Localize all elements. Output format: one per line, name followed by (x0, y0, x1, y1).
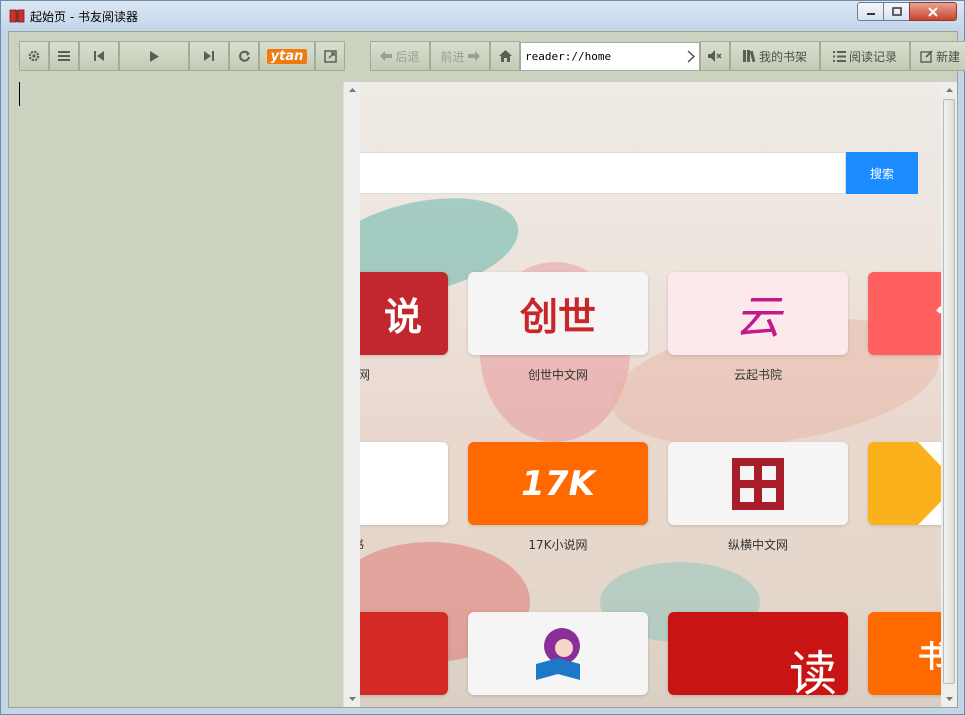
bookshelf-button[interactable]: 我的书架 (730, 41, 820, 71)
site-tile[interactable]: 书友 (868, 612, 941, 695)
site-tile[interactable] (668, 442, 848, 525)
toolbar: ytan 后退 前进 reader://home 我的书架 阅读记录 新建 (9, 32, 965, 82)
site-label[interactable]: 17K小说网 (468, 536, 648, 553)
site-logo-text: 创世 (519, 295, 596, 339)
address-bar[interactable]: reader://home (520, 42, 700, 71)
home-icon (498, 50, 512, 62)
arrow-left-icon (380, 51, 393, 61)
home-webpage: 搜索 说文网 创世创世中文网 云云起书院 起点书 17K 17K小说网 纵横中文网 小说读 书友 (360, 82, 941, 707)
refresh-button[interactable] (229, 41, 259, 71)
search-button[interactable]: 搜索 (846, 152, 918, 194)
site-logo-text: 17K (521, 463, 595, 504)
site-label[interactable]: 创世中文网 (468, 366, 648, 383)
left-scrollbar[interactable] (343, 82, 360, 707)
site-tile[interactable]: 云 (668, 272, 848, 355)
book-icon (9, 9, 25, 23)
settings-button[interactable] (19, 41, 49, 71)
minimize-button[interactable] (857, 2, 884, 21)
site-tile[interactable]: 17K (468, 442, 648, 525)
close-icon (928, 6, 938, 17)
site-label[interactable]: 文网 (360, 366, 448, 383)
app-window: 起始页 - 书友阅读器 ytan 后退 前进 reader://home 我的书… (0, 0, 965, 715)
edit-icon (920, 49, 933, 63)
client-area: ytan 后退 前进 reader://home 我的书架 阅读记录 新建 搜索… (8, 31, 965, 708)
site-logo-text: 说 (383, 294, 422, 339)
site-tile[interactable] (868, 272, 941, 355)
forward-button[interactable]: 前进 (430, 41, 490, 71)
scroll-down-icon[interactable] (941, 691, 957, 707)
refresh-icon (238, 50, 250, 62)
reader-girl-logo-icon (536, 627, 580, 680)
site-logo-text: 读 (788, 645, 837, 696)
site-label[interactable]: 纵横中文网 (668, 536, 848, 553)
history-label: 阅读记录 (848, 49, 897, 64)
back-button[interactable]: 后退 (370, 41, 430, 71)
chevron-right-icon[interactable] (687, 50, 695, 63)
site-tile[interactable] (360, 612, 448, 695)
arrow-right-icon (467, 51, 480, 61)
site-label[interactable]: 书 (360, 536, 448, 553)
book-reader-logo-icon (360, 442, 448, 525)
close-button[interactable] (909, 2, 957, 21)
play-icon (149, 50, 159, 62)
export-icon (323, 49, 337, 63)
menu-button[interactable] (49, 41, 79, 71)
site-label[interactable]: 起点 (868, 366, 941, 383)
bookshelf-icon (742, 50, 756, 62)
list-icon (832, 50, 846, 62)
site-label[interactable]: 云起书院 (668, 366, 848, 383)
list-icon (58, 51, 70, 61)
home-button[interactable] (490, 41, 520, 71)
export-button[interactable] (315, 41, 345, 71)
site-tile[interactable]: 创世 (468, 272, 648, 355)
new-label: 新建 (935, 49, 960, 64)
play-button[interactable] (119, 41, 189, 71)
qidian-logo-icon (936, 305, 941, 314)
scroll-down-icon[interactable] (344, 691, 360, 707)
site-tile[interactable]: 说 (360, 272, 448, 355)
maximize-button[interactable] (883, 2, 910, 21)
flame-logo-icon (360, 612, 448, 695)
speaker-mute-icon (708, 50, 722, 62)
site-logo-text: 书友 (918, 639, 941, 675)
address-input[interactable]: reader://home (525, 50, 611, 63)
right-scrollbar[interactable] (941, 82, 957, 707)
bookshelf-label: 我的书架 (758, 49, 807, 64)
zongheng-logo-icon (732, 457, 784, 510)
site-tile[interactable] (468, 612, 648, 695)
text-editor-pane[interactable] (9, 82, 343, 707)
xiaoshuo-logo-icon (868, 442, 941, 525)
search-input[interactable] (360, 152, 846, 194)
site-tile[interactable] (868, 442, 941, 525)
site-tile[interactable]: 读 (668, 612, 848, 695)
scroll-thumb[interactable] (943, 99, 955, 684)
ytan-brand-button[interactable]: ytan (259, 41, 315, 71)
history-button[interactable]: 阅读记录 (820, 41, 910, 71)
maximize-icon (891, 7, 902, 16)
title-bar[interactable]: 起始页 - 书友阅读器 (1, 1, 964, 31)
next-chapter-button[interactable] (189, 41, 229, 71)
mute-button[interactable] (700, 41, 730, 71)
forward-label: 前进 (440, 49, 465, 64)
scroll-up-icon[interactable] (344, 82, 360, 98)
minimize-icon (866, 12, 875, 15)
back-label: 后退 (395, 49, 420, 64)
ytan-logo: ytan (266, 48, 308, 64)
gear-icon (28, 50, 40, 62)
text-caret (19, 82, 20, 106)
site-label[interactable]: 小说 (868, 536, 941, 553)
site-tile[interactable] (360, 442, 448, 525)
skip-forward-icon (204, 51, 214, 61)
scroll-up-icon[interactable] (941, 82, 957, 98)
prev-chapter-button[interactable] (79, 41, 119, 71)
skip-back-icon (94, 51, 104, 61)
site-logo-text: 云 (735, 289, 781, 344)
window-title: 起始页 - 书友阅读器 (30, 10, 138, 24)
new-button[interactable]: 新建 (910, 41, 965, 71)
